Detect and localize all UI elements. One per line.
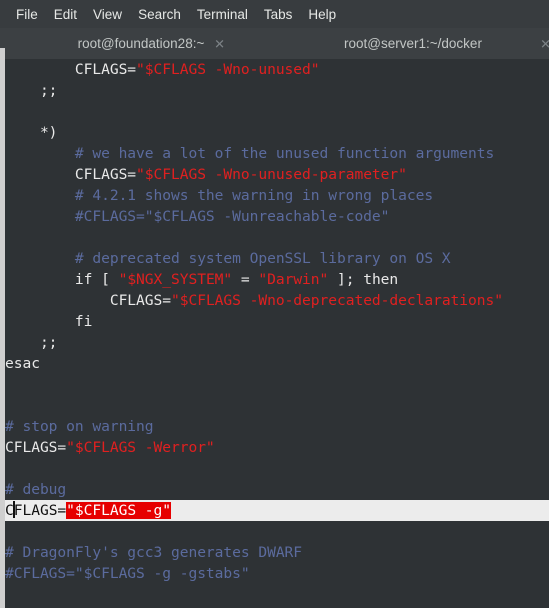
editor-line: ;; bbox=[5, 332, 549, 353]
code-comment: # 4.2.1 shows the warning in wrong place… bbox=[5, 187, 434, 204]
code-string: "$CFLAGS -Wno-unused" bbox=[136, 61, 320, 78]
menu-search[interactable]: Search bbox=[130, 5, 189, 24]
editor-line: CFLAGS="$CFLAGS -Wno-unused-parameter" bbox=[5, 164, 549, 185]
code-text: fi bbox=[5, 313, 93, 330]
code-text: CFLAGS= bbox=[5, 166, 137, 183]
code-comment: # stop on warning bbox=[5, 418, 154, 435]
code-text: CFLAGS= bbox=[5, 292, 171, 309]
editor-line: #CFLAGS="$CFLAGS -Wunreachable-code" bbox=[5, 206, 549, 227]
editor-line: # deprecated system OpenSSL library on O… bbox=[5, 248, 549, 269]
code-string: "$NGX_SYSTEM" bbox=[118, 271, 233, 288]
code-comment: #CFLAGS="$CFLAGS -g -gstabs" bbox=[5, 565, 250, 582]
close-icon[interactable]: ✕ bbox=[214, 37, 225, 50]
editor-line: CFLAGS="$CFLAGS -g" bbox=[5, 500, 549, 521]
code-text: FLAGS= bbox=[13, 502, 67, 519]
code-comment: # we have a lot of the unused function a… bbox=[5, 145, 495, 162]
code-string: "$CFLAGS -Werror" bbox=[66, 439, 215, 456]
editor-line: if [ "$NGX_SYSTEM" = "Darwin" ]; then bbox=[5, 269, 549, 290]
code-comment: # DragonFly's gcc3 generates DWARF bbox=[5, 544, 303, 561]
editor-line: ;; bbox=[5, 80, 549, 101]
code-text: esac bbox=[5, 355, 40, 372]
tab-label: root@foundation28:~ bbox=[77, 36, 205, 51]
tab-label: root@server1:~/docker bbox=[344, 36, 482, 51]
editor-line: #CFLAGS="$CFLAGS -g -gstabs" bbox=[5, 563, 549, 584]
editor-line: # debug bbox=[5, 479, 549, 500]
tab-bar: root@foundation28:~ ✕ root@server1:~/docke… bbox=[5, 28, 549, 59]
code-string: "$CFLAGS -Wno-deprecated-declarations" bbox=[171, 292, 503, 309]
code-string: "$CFLAGS -Wno-unused-parameter" bbox=[136, 166, 407, 183]
code-comment: # deprecated system OpenSSL library on O… bbox=[5, 250, 451, 267]
editor-line: *) bbox=[5, 122, 549, 143]
code-string: "Darwin" bbox=[258, 271, 329, 288]
search-match: "$CFLAGS -g" bbox=[66, 502, 172, 519]
code-text: if [ bbox=[5, 271, 119, 288]
menu-terminal[interactable]: Terminal bbox=[189, 5, 256, 24]
editor-line: CFLAGS="$CFLAGS -Wno-deprecated-declarat… bbox=[5, 290, 549, 311]
menu-bar: File Edit View Search Terminal Tabs Help bbox=[0, 0, 549, 28]
code-comment: #CFLAGS="$CFLAGS -Wunreachable-code" bbox=[5, 208, 390, 225]
editor-line: # 4.2.1 shows the warning in wrong place… bbox=[5, 185, 549, 206]
terminal-content[interactable]: CFLAGS="$CFLAGS -Wno-unused" ;; *) # we … bbox=[5, 59, 549, 608]
code-text: ]; then bbox=[328, 271, 399, 288]
editor-buffer: CFLAGS="$CFLAGS -Wno-unused" ;; *) # we … bbox=[5, 59, 549, 608]
code-text: ;; bbox=[5, 334, 58, 351]
code-text: CFLAGS= bbox=[5, 61, 137, 78]
terminal-tab[interactable]: root@foundation28:~ ✕ bbox=[5, 28, 277, 59]
editor-line: # DragonFly's gcc3 generates DWARF bbox=[5, 542, 549, 563]
terminal-tab[interactable]: root@server1:~/docker ✕ bbox=[277, 28, 549, 59]
close-icon[interactable]: ✕ bbox=[540, 37, 549, 50]
editor-line: CFLAGS="$CFLAGS -Wno-unused" bbox=[5, 59, 549, 80]
menu-edit[interactable]: Edit bbox=[46, 5, 85, 24]
code-text: ;; bbox=[5, 82, 58, 99]
editor-line: fi bbox=[5, 311, 549, 332]
code-text: CFLAGS= bbox=[5, 439, 67, 456]
menu-file[interactable]: File bbox=[8, 5, 46, 24]
menu-tabs[interactable]: Tabs bbox=[256, 5, 301, 24]
code-text: *) bbox=[5, 124, 58, 141]
editor-line: # stop on warning bbox=[5, 416, 549, 437]
menu-view[interactable]: View bbox=[85, 5, 130, 24]
editor-line: # we have a lot of the unused function a… bbox=[5, 143, 549, 164]
editor-line: CFLAGS="$CFLAGS -Werror" bbox=[5, 437, 549, 458]
menu-help[interactable]: Help bbox=[300, 5, 344, 24]
terminal-window: File Edit View Search Terminal Tabs Help root@… bbox=[0, 0, 549, 608]
code-text: = bbox=[232, 271, 259, 288]
code-comment: # debug bbox=[5, 481, 67, 498]
editor-line: esac bbox=[5, 353, 549, 374]
